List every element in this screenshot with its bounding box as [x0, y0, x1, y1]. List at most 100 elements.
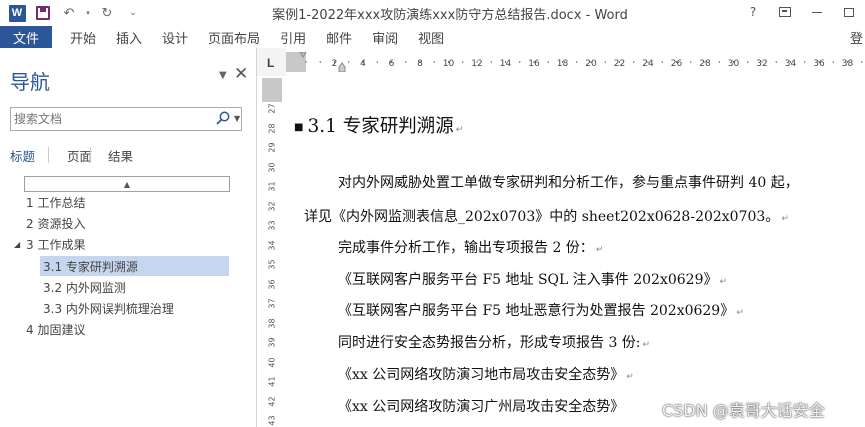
- heading-label: 4 加固建议: [26, 322, 86, 337]
- collapse-all-button[interactable]: ▲: [24, 176, 230, 192]
- tab-view[interactable]: 视图: [408, 26, 454, 48]
- nav-tab-headings[interactable]: 标题: [10, 146, 35, 168]
- ruler-number: 33: [267, 220, 277, 231]
- ruler-number: 27: [267, 103, 277, 114]
- ruler-number: 36: [813, 59, 825, 69]
- sign-in-link[interactable]: 登: [848, 26, 865, 48]
- tab-home[interactable]: 开始: [52, 26, 106, 48]
- word-app-icon[interactable]: W: [6, 3, 28, 23]
- ruler-number: 22: [614, 59, 625, 69]
- ruler-number: 35: [267, 259, 277, 270]
- heading-item[interactable]: ◢ 3 工作成果: [14, 234, 229, 254]
- heading-item[interactable]: 2 资源投入: [14, 213, 229, 233]
- undo-dropdown-icon[interactable]: ▾: [84, 3, 92, 23]
- heading-item[interactable]: 4 加固建议: [14, 319, 229, 339]
- paragraph[interactable]: 《xx 公司网络攻防演习广州局攻击安全态势》: [338, 396, 624, 416]
- horizontal-ruler[interactable]: 2 4 6 8 10 12 14 16 18 20 22 24 26 28 30 32 34 36 38: [286, 52, 865, 72]
- quick-access-toolbar: W ↶ ▾ ↻ ⌄: [6, 3, 144, 23]
- search-document-box[interactable]: ▼: [10, 107, 242, 131]
- paragraph[interactable]: 详见《内外网监测表信息_202x0703》中的 sheet202x0628-20…: [304, 206, 789, 226]
- paragraph[interactable]: 《xx 公司网络攻防演习地市局攻击安全态势》 ↵: [338, 364, 634, 384]
- search-options-dropdown-icon[interactable]: ▼: [234, 114, 240, 123]
- heading-label: 3.2 内外网监测: [43, 280, 126, 295]
- heading-item[interactable]: 3.2 内外网监测: [40, 277, 229, 297]
- ruler-number: 8: [417, 59, 423, 69]
- pane-options-icon[interactable]: ▼: [219, 70, 227, 81]
- nav-tab-pages[interactable]: 页面: [67, 146, 92, 168]
- first-line-indent-marker[interactable]: [299, 52, 307, 58]
- ruler-number: 38: [267, 317, 277, 329]
- paragraph[interactable]: 《互联网客户服务平台 F5 地址 SQL 注入事件 202x0629》 ↵: [338, 269, 727, 289]
- ruler-number: 32: [267, 200, 277, 212]
- vertical-ruler[interactable]: 27 28 29 30 31 32 33 34 35 36 37 38 39 40 41 42 43: [262, 78, 282, 427]
- tab-selector[interactable]: L: [257, 48, 286, 76]
- heading-item[interactable]: 1 工作总结: [14, 192, 229, 212]
- customize-qat-icon[interactable]: ⌄: [122, 3, 144, 23]
- tab-stop-icon: L: [267, 56, 275, 70]
- paragraph[interactable]: 《互联网客户服务平台 F5 地址恶意行为处置报告 202x0629》 ↵: [338, 300, 744, 320]
- paragraph[interactable]: 对内外网威胁处置工单做专家研判和分析工作，参与重点事件研判 40 起，: [338, 172, 799, 192]
- maximize-button[interactable]: [833, 2, 865, 22]
- title-bar: W ↶ ▾ ↻ ⌄ 案例1-2022年xxx攻防演练xxx防守方总结报告.doc…: [0, 0, 865, 26]
- tab-references[interactable]: 引用: [270, 26, 316, 48]
- undo-icon[interactable]: ↶: [58, 3, 80, 23]
- search-icon[interactable]: [216, 111, 230, 125]
- ruler-number: 16: [528, 59, 540, 69]
- hanging-indent-marker[interactable]: [338, 62, 346, 72]
- ruler-number: 4: [360, 59, 366, 69]
- ruler-number: 36: [267, 278, 277, 290]
- paragraph-text: 完成事件分析工作，输出专项报告 2 份：: [338, 240, 594, 256]
- ruler-number: 30: [267, 161, 277, 173]
- tab-page-layout[interactable]: 页面布局: [198, 26, 270, 48]
- close-icon[interactable]: ✕: [234, 64, 248, 84]
- ribbon-tabs: 文件 开始 插入 设计 页面布局 引用 邮件 审阅 视图 登: [0, 26, 865, 48]
- ruler-number: 20: [585, 59, 597, 69]
- ruler-number: 31: [267, 181, 277, 192]
- tab-file[interactable]: 文件: [0, 26, 52, 48]
- paragraph-mark-icon: ↵: [719, 277, 728, 287]
- tab-insert[interactable]: 插入: [106, 26, 152, 48]
- ruler-number: 43: [267, 415, 277, 426]
- heading-label: 2 资源投入: [26, 216, 86, 231]
- ruler-number: 14: [500, 59, 512, 69]
- collapse-arrow-icon: ▲: [123, 179, 131, 189]
- ribbon-display-options-button[interactable]: [769, 2, 801, 22]
- paragraph-mark-icon: ↵: [642, 340, 651, 350]
- document-page[interactable]: ■ 3.1 专家研判溯源 ↵ 对内外网威胁处置工单做专家研判和分析工作，参与重点事件…: [286, 76, 865, 427]
- paragraph-mark-icon: ↵: [736, 308, 744, 318]
- ruler-number: 28: [267, 122, 277, 134]
- paragraph[interactable]: 同时进行安全态势报告分析，形成专项报告 3 份: ↵: [338, 332, 650, 352]
- nav-tab-results[interactable]: 结果: [108, 146, 133, 168]
- collapse-triangle-icon[interactable]: ◢: [14, 240, 26, 249]
- heading-item[interactable]: 3.3 内外网误判梳理治理: [40, 298, 229, 318]
- paragraph[interactable]: 完成事件分析工作，输出专项报告 2 份： ↵: [338, 237, 603, 257]
- heading-label: 3 工作成果: [26, 237, 86, 252]
- heading-label: 3.3 内外网误判梳理治理: [43, 301, 174, 316]
- paragraph-mark-icon: ↵: [781, 214, 789, 224]
- tab-review[interactable]: 审阅: [362, 26, 408, 48]
- ruler-number: 26: [671, 59, 683, 69]
- watermark: CSDN @袁哥大话安全: [662, 401, 825, 420]
- paragraph-mark-icon: ↵: [595, 245, 604, 255]
- paragraph-text: 对内外网威胁处置工单做专家研判和分析工作，参与重点事件研判 40 起，: [338, 175, 799, 191]
- horizontal-ruler-marks: 2 4 6 8 10 12 14 16 18 20 22 24 26 28 30 32 34 36 38: [299, 52, 863, 72]
- heading-bullet-icon: ■: [294, 121, 304, 133]
- nav-tab-divider: [90, 147, 91, 163]
- heading-text: 3.1 专家研判溯源: [307, 116, 454, 137]
- nav-tab-divider: [48, 147, 49, 163]
- paragraph-text: 《互联网客户服务平台 F5 地址恶意行为处置报告 202x0629》: [338, 303, 735, 319]
- tab-mailings[interactable]: 邮件: [316, 26, 362, 48]
- redo-icon[interactable]: ↻: [96, 3, 118, 23]
- ruler-number: 2: [332, 59, 338, 69]
- help-button[interactable]: ?: [737, 2, 769, 22]
- search-input[interactable]: [11, 108, 201, 130]
- save-icon[interactable]: [32, 3, 54, 23]
- heading-item-selected[interactable]: 3.1 专家研判溯源: [40, 256, 229, 276]
- ruler-number: 37: [267, 298, 277, 309]
- paragraph-text: 《xx 公司网络攻防演习广州局攻击安全态势》: [338, 399, 625, 415]
- tab-design[interactable]: 设计: [152, 26, 198, 48]
- ruler-number: 39: [267, 337, 277, 348]
- heading-3-1[interactable]: ■ 3.1 专家研判溯源 ↵: [294, 112, 463, 138]
- minimize-button[interactable]: [801, 2, 833, 22]
- ruler-number: 10: [443, 59, 455, 69]
